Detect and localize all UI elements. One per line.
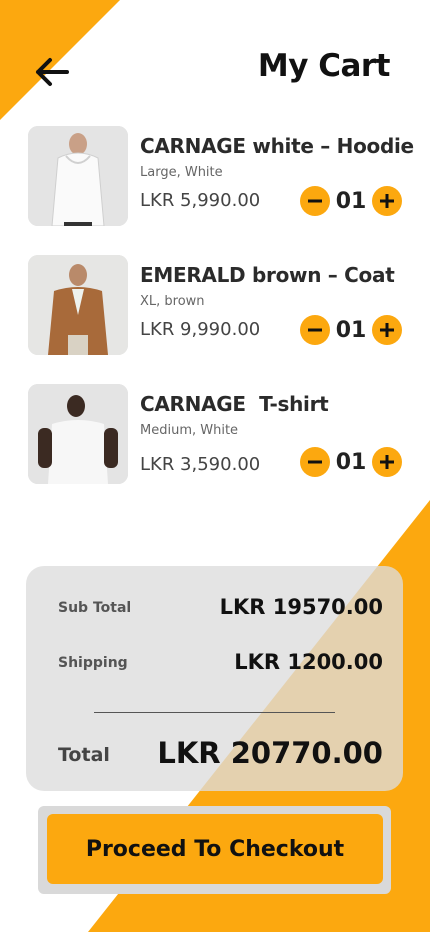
minus-icon [308,199,322,203]
cart-item: EMERALD brown – Coat XL, brown LKR 9,990… [28,255,408,357]
plus-icon [380,455,394,469]
cart-item: CARNAGE white – Hoodie Large, White LKR … [28,126,414,228]
product-price: LKR 3,590.00 [140,454,261,475]
product-variant: XL, brown [140,294,205,309]
product-price: LKR 5,990.00 [140,190,261,211]
total-label: Total [58,744,110,766]
product-name: CARNAGE white – Hoodie [140,134,414,158]
quantity-stepper: 01 [300,315,402,345]
shipping-value: LKR 1200.00 [234,650,383,674]
decrease-quantity-button[interactable] [300,315,330,345]
product-image-hoodie[interactable] [28,126,128,226]
decrease-quantity-button[interactable] [300,447,330,477]
shipping-label: Shipping [58,655,128,671]
quantity-value: 01 [335,449,367,475]
product-variant: Medium, White [140,423,239,438]
cart-item: CARNAGE T-shirt Medium, White LKR 3,590.… [28,384,408,486]
arrow-left-icon [36,58,69,86]
back-button[interactable] [30,52,74,92]
quantity-value: 01 [335,317,367,343]
product-variant: Large, White [140,165,223,180]
page-title: My Cart [257,48,391,84]
minus-icon [308,328,322,332]
checkout-button-frame: Proceed To Checkout [38,806,391,894]
decrease-quantity-button[interactable] [300,186,330,216]
increase-quantity-button[interactable] [372,447,402,477]
total-value: LKR 20770.00 [157,736,383,770]
plus-icon [380,194,394,208]
plus-icon [380,323,394,337]
product-name: EMERALD brown – Coat [140,263,395,287]
quantity-stepper: 01 [300,186,402,216]
increase-quantity-button[interactable] [372,186,402,216]
proceed-to-checkout-button[interactable]: Proceed To Checkout [47,814,383,884]
summary-divider [94,712,335,713]
product-price: LKR 9,990.00 [140,319,261,340]
quantity-value: 01 [335,188,367,214]
quantity-stepper: 01 [300,447,402,477]
increase-quantity-button[interactable] [372,315,402,345]
product-name: CARNAGE T-shirt [140,392,329,416]
product-image-tshirt[interactable] [28,384,128,484]
order-summary-card: Sub Total LKR 19570.00 Shipping LKR 1200… [26,566,403,791]
product-image-coat[interactable] [28,255,128,355]
subtotal-label: Sub Total [58,600,132,616]
subtotal-value: LKR 19570.00 [219,595,383,619]
minus-icon [308,460,322,464]
